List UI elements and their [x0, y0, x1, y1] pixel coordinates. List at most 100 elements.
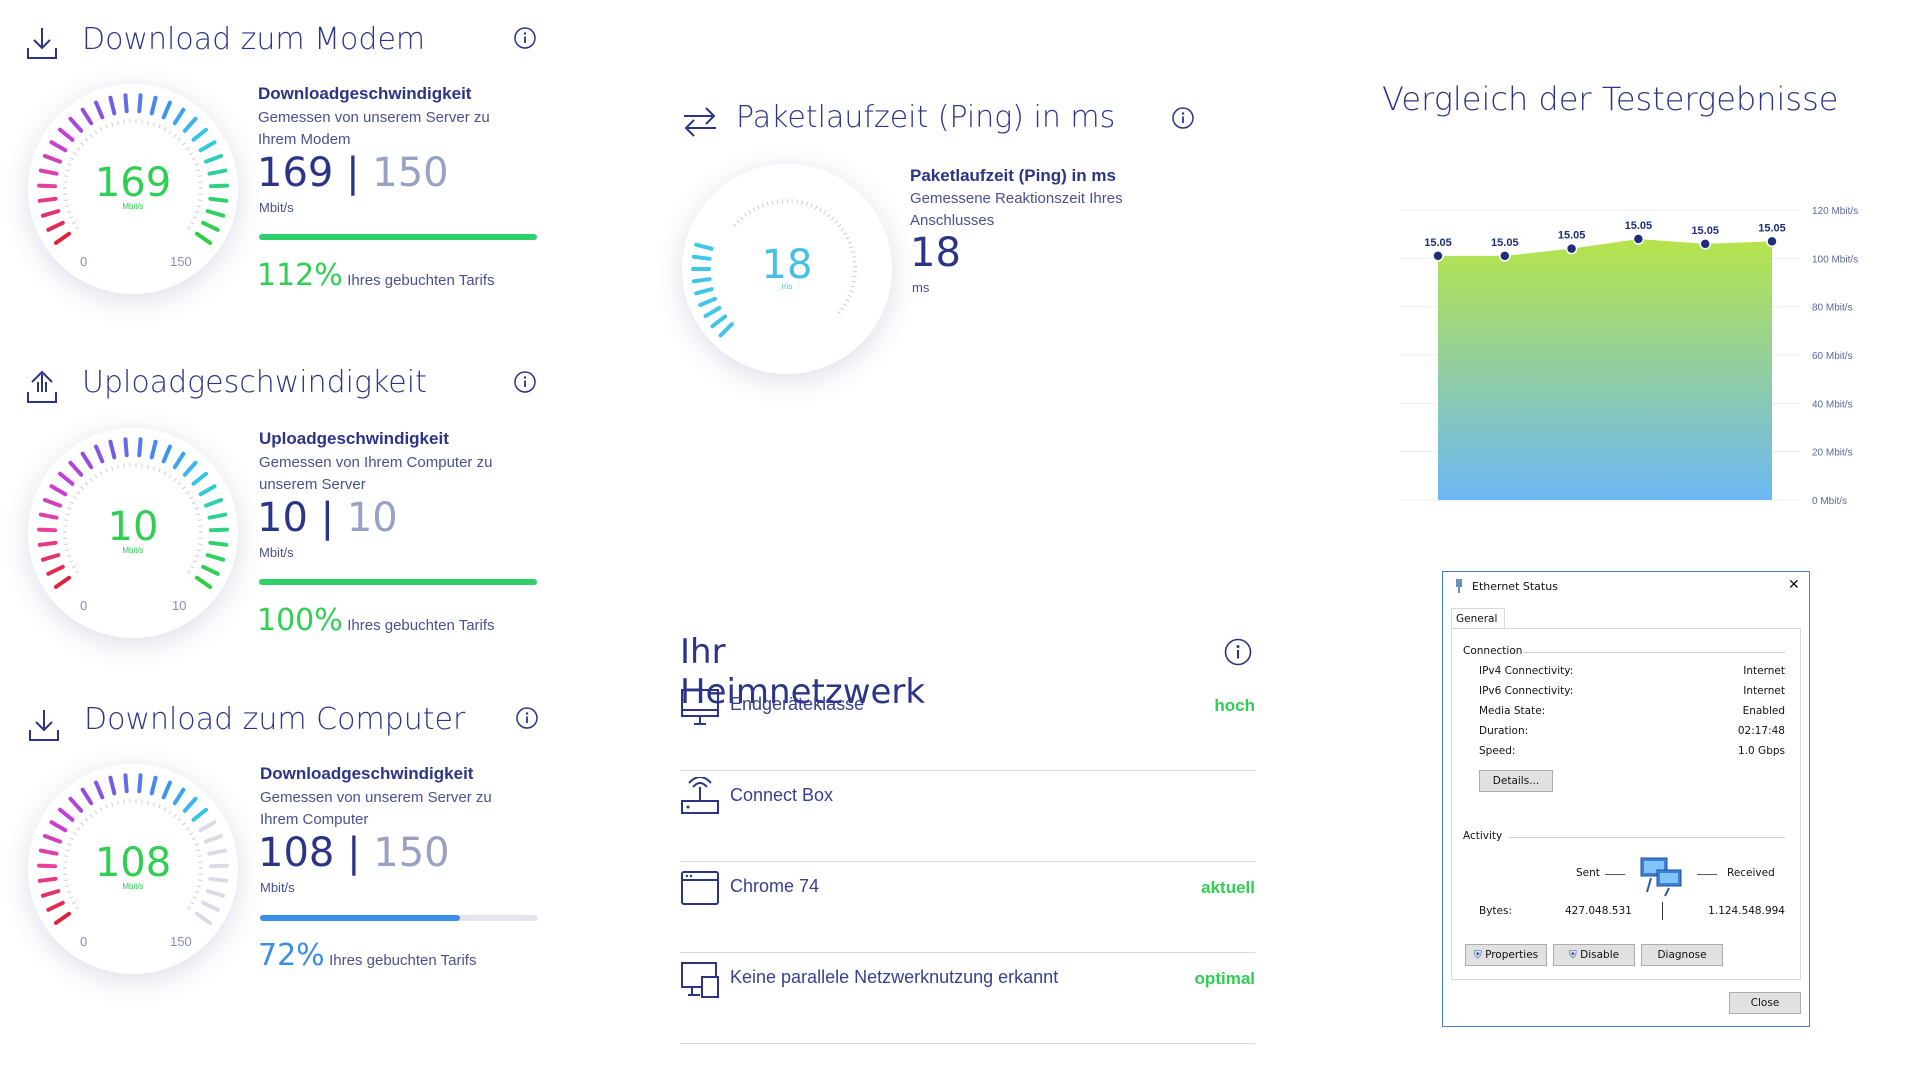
close-icon[interactable]: ✕ [1788, 577, 1800, 593]
gauge-scale-tick [123, 119, 125, 124]
gauge-scale-tick [72, 221, 77, 225]
gauge-scale-tick [771, 200, 774, 205]
row-value: 02:17:48 [1737, 725, 1785, 737]
gauge-scale-tick [105, 804, 108, 809]
home-network-row: Connect Box [680, 771, 1255, 862]
gauge-scale-tick [152, 466, 155, 471]
gauge-scale-tick [69, 560, 74, 563]
gauge-scale-tick [168, 474, 172, 479]
tariff-progress-bar [260, 915, 538, 921]
section-activity: Activity [1463, 830, 1503, 842]
gauge-tick [194, 231, 213, 245]
gauge-scale-tick [761, 203, 765, 208]
gauge-scale-tick [99, 806, 103, 811]
data-point[interactable] [1565, 242, 1578, 255]
gauge-min: 0 [80, 934, 88, 949]
gauge-scale-tick [766, 201, 769, 206]
tariff-percent-row: 100% Ihres gebuchten Tarifs [257, 603, 495, 638]
gauge-scale-tick [141, 799, 143, 804]
speed-gauge: 169 Mbit/s 0 150 [28, 84, 238, 294]
gauge-scale-tick [801, 200, 803, 205]
data-point[interactable] [1432, 250, 1444, 262]
gauge-scale-tick [186, 570, 191, 574]
bytes-divider [1662, 902, 1663, 920]
gauge-scale-tick [117, 120, 119, 125]
row-value: Internet [1743, 685, 1785, 697]
gauge-scale-tick [76, 491, 81, 495]
row-label: Chrome 74 [730, 876, 820, 896]
gauge-max: 10 [172, 598, 187, 613]
gauge-tick [80, 451, 94, 470]
panel-title: Paketlaufzeit (Ping) in ms [736, 100, 1116, 135]
gauge-scale-tick [147, 120, 149, 125]
gauge-tick [58, 471, 75, 486]
gauge-scale-tick [830, 216, 835, 221]
y-tick-label: 40 Mbit/s [1812, 399, 1853, 410]
diagnose-button[interactable]: Diagnose [1641, 944, 1723, 966]
gauge-scale-tick [185, 827, 190, 831]
row-status: optimal [1194, 969, 1255, 988]
gauge-value: 169 [94, 160, 172, 206]
row-label: Endgeräteklasse [730, 694, 865, 714]
gauge-max: 150 [170, 934, 192, 949]
gauge-scale-tick [186, 906, 191, 910]
properties-button[interactable]: ⛨ Properties [1465, 944, 1547, 966]
gauge-tick [46, 564, 65, 576]
gauge-scale-tick [843, 232, 848, 236]
measured-vs-booked: 169 | 150 [257, 150, 449, 196]
gauge-tick [191, 471, 208, 486]
gauge-scale-tick [842, 303, 847, 307]
unit-label: Mbit/s [259, 545, 294, 560]
gauge-tick [40, 889, 61, 898]
gauge-scale-tick [189, 832, 194, 836]
gauge-tick [46, 220, 65, 232]
data-point[interactable] [1699, 238, 1711, 250]
gauge-scale-tick [185, 491, 190, 495]
gauge-tick [698, 296, 717, 307]
tab-general[interactable]: General [1451, 608, 1505, 629]
info-icon[interactable] [516, 707, 538, 729]
data-point[interactable] [1632, 233, 1645, 245]
y-tick-label: 60 Mbit/s [1812, 351, 1853, 362]
gauge-tick [53, 911, 72, 925]
gauge-scale-tick [158, 468, 161, 473]
tariff-percent-row: 112% Ihres gebuchten Tarifs [257, 258, 495, 293]
row-value: Enabled [1742, 705, 1785, 717]
gauge-scale-tick [80, 142, 84, 146]
tariff-percent-label: Ihres gebuchten Tarifs [329, 952, 477, 969]
metric-description: Gemessene Reaktionszeit Ihres Anschlusse… [910, 190, 1123, 229]
info-icon[interactable] [1172, 107, 1194, 129]
gauge-tick [703, 306, 722, 318]
gauge-scale-tick [776, 199, 779, 204]
info-icon[interactable] [1224, 638, 1252, 666]
gauge-tick [58, 127, 75, 142]
gauge-scale-tick [163, 806, 167, 811]
panel-title: Download zum Computer [84, 702, 466, 737]
gauge-tick [80, 787, 94, 806]
metric-heading: Paketlaufzeit (Ping) in ms [910, 166, 1116, 185]
ping-panel: Paketlaufzeit (Ping) in ms 18 ms Paketla… [670, 80, 1290, 400]
data-point[interactable] [1499, 250, 1511, 262]
monitor-icon [681, 689, 719, 725]
details-button[interactable]: Details... [1479, 770, 1553, 792]
y-tick-label: 120 Mbit/s [1812, 206, 1858, 217]
gauge-scale-tick [84, 817, 89, 822]
panel-title: Download zum Modem [82, 22, 426, 57]
row-label: Media State: [1479, 705, 1546, 717]
y-tick-label: 0 Mbit/s [1812, 496, 1847, 507]
data-point[interactable] [1766, 235, 1778, 248]
gauge-tick [46, 900, 65, 912]
x-category-label: 15.05 [1691, 225, 1719, 237]
gauge-scale-tick [75, 226, 80, 230]
gauge-scale-tick [194, 210, 200, 214]
info-icon[interactable] [514, 371, 536, 393]
home-network-row: Keine parallele Netzwerknutzung erkannt … [680, 953, 1255, 1044]
gauge-tick [198, 140, 217, 153]
disable-button[interactable]: ⛨ Disable [1553, 944, 1635, 966]
gauge-scale-tick [805, 201, 808, 207]
gauge-unit: ms [781, 282, 793, 291]
gauge-unit: Mbit/s [122, 546, 144, 555]
info-icon[interactable] [514, 27, 536, 49]
close-button[interactable]: Close [1729, 992, 1801, 1014]
gauge-tick [205, 889, 226, 898]
